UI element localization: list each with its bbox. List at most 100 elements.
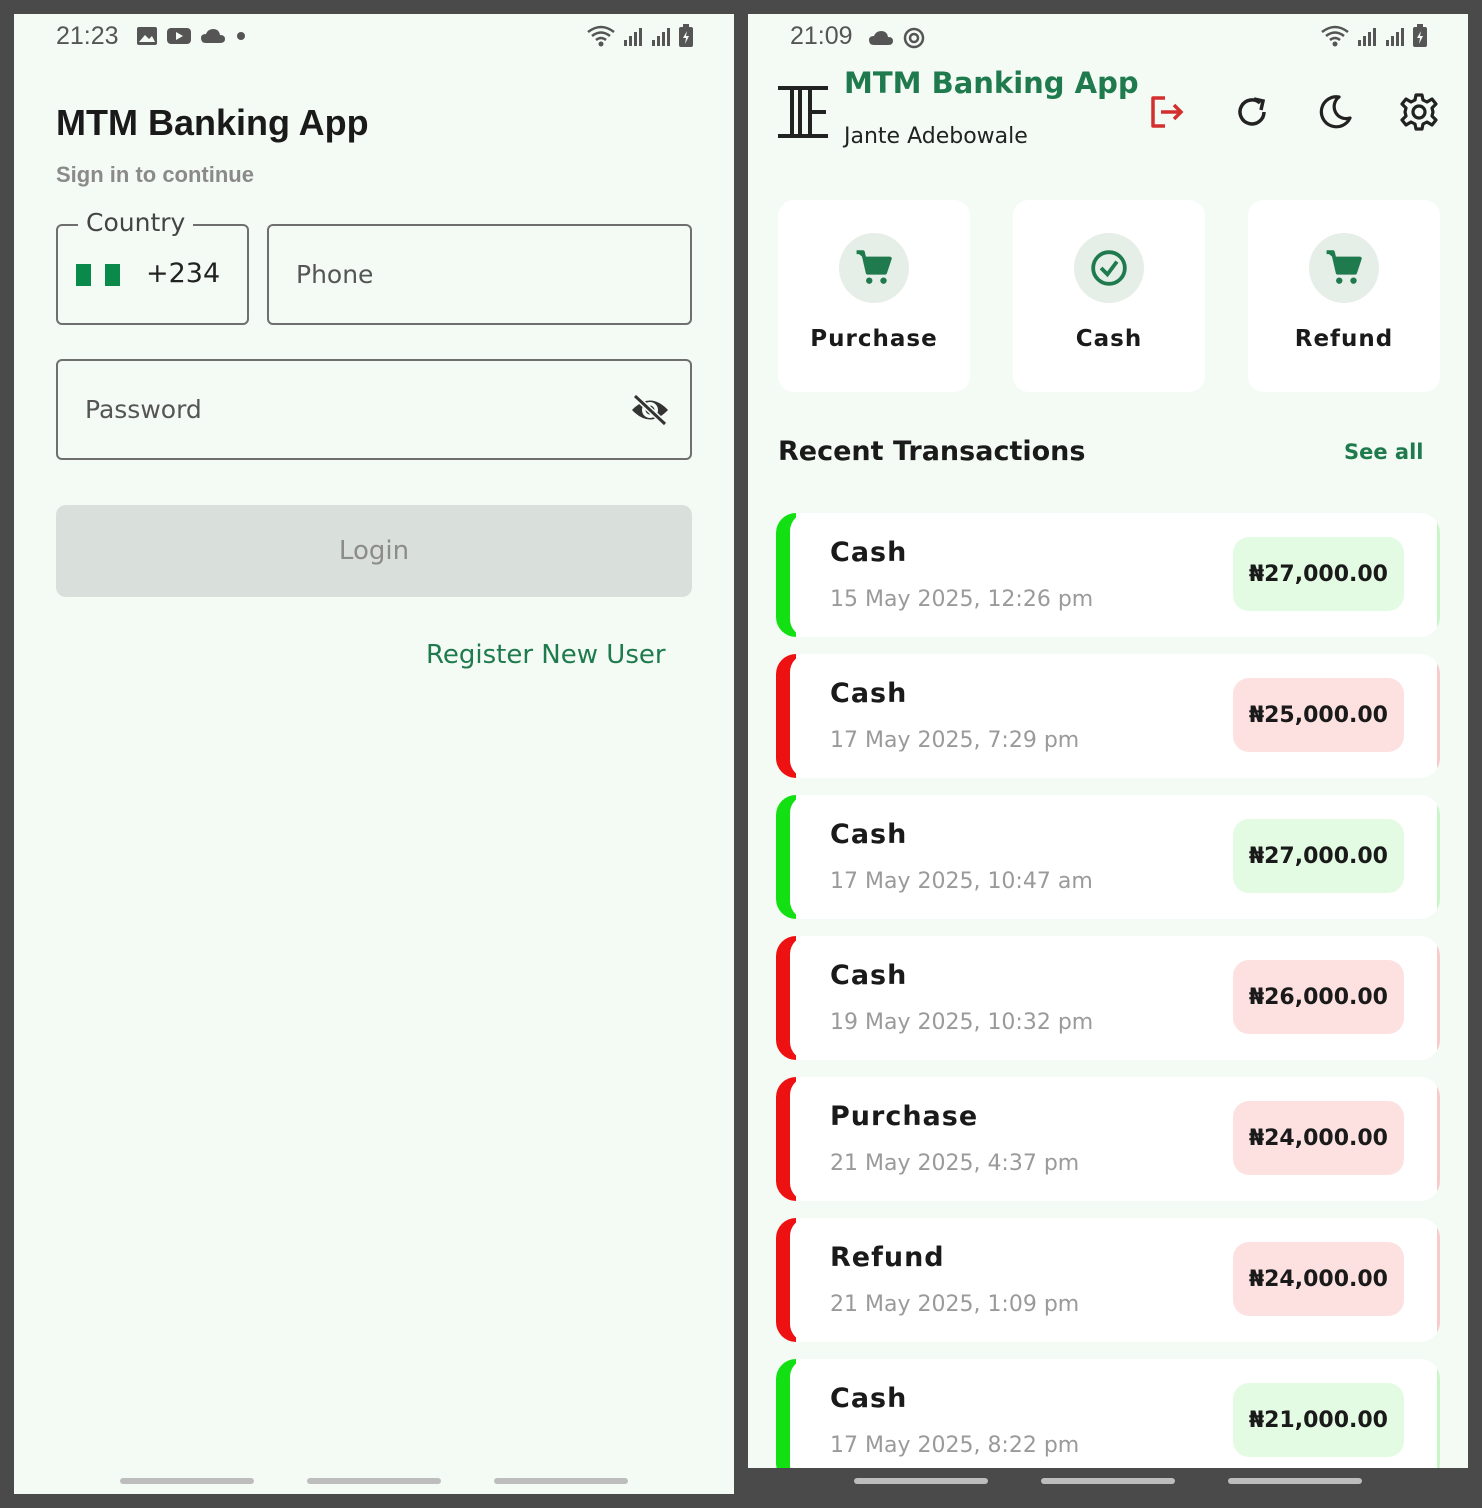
transaction-edge	[1437, 662, 1440, 770]
transaction-type: Cash	[830, 678, 908, 709]
system-icons	[1320, 24, 1428, 48]
dot-icon	[237, 32, 245, 40]
nav-handle	[1041, 1478, 1175, 1484]
cash-action-button[interactable]: Cash	[1013, 200, 1205, 392]
app-logo-icon	[778, 86, 828, 138]
transaction-edge	[1437, 944, 1440, 1052]
transaction-edge	[1437, 1226, 1440, 1334]
transaction-date: 17 May 2025, 10:47 am	[830, 869, 1093, 894]
gallery-icon	[137, 27, 157, 45]
refresh-icon[interactable]	[1232, 92, 1272, 132]
cloud-icon	[869, 31, 893, 45]
signal-icon	[1358, 28, 1376, 46]
nigeria-flag-icon	[76, 264, 121, 286]
cart-icon	[1326, 250, 1362, 284]
notification-icons	[136, 26, 248, 46]
transaction-type: Cash	[830, 960, 908, 991]
transaction-row[interactable]: Cash 17 May 2025, 8:22 pm ₦21,000.00	[776, 1359, 1440, 1468]
transaction-amount-badge: ₦24,000.00	[1232, 1101, 1404, 1175]
transaction-row[interactable]: Cash 19 May 2025, 10:32 pm ₦26,000.00	[776, 936, 1440, 1060]
transaction-date: 21 May 2025, 1:09 pm	[830, 1292, 1080, 1317]
settings-icon[interactable]	[1399, 92, 1439, 132]
transaction-date: 17 May 2025, 8:22 pm	[830, 1433, 1080, 1458]
transaction-type: Cash	[830, 1383, 908, 1414]
nav-handle	[1228, 1478, 1362, 1484]
battery-icon	[679, 24, 693, 47]
signal-icon-2	[652, 28, 670, 46]
transaction-row[interactable]: Cash 17 May 2025, 7:29 pm ₦25,000.00	[776, 654, 1440, 778]
transaction-date: 21 May 2025, 4:37 pm	[830, 1151, 1080, 1176]
eye-off-icon[interactable]	[630, 393, 670, 427]
page-title: MTM Banking App	[56, 102, 369, 143]
youtube-icon	[167, 28, 191, 44]
transaction-edge	[1437, 803, 1440, 911]
transaction-row[interactable]: Purchase 21 May 2025, 4:37 pm ₦24,000.00	[776, 1077, 1440, 1201]
action-label: Refund	[1294, 326, 1394, 352]
nav-handle	[120, 1478, 254, 1484]
refund-action-button[interactable]: Refund	[1248, 200, 1440, 392]
transaction-amount-badge: ₦27,000.00	[1232, 819, 1404, 893]
country-code: +234	[146, 258, 221, 289]
page-subtitle: Sign in to continue	[56, 162, 254, 187]
register-link[interactable]: Register New User	[426, 640, 666, 670]
transaction-amount-badge: ₦26,000.00	[1232, 960, 1404, 1034]
home-screen: 21:09 MTM Banking App Jante Adebowale Pu…	[748, 14, 1468, 1468]
action-icon-bg	[839, 233, 909, 303]
purchase-action-button[interactable]: Purchase	[778, 200, 970, 392]
action-label: Cash	[1075, 326, 1143, 352]
nav-handle	[307, 1478, 441, 1484]
notification-icons	[868, 26, 926, 50]
status-bar: 21:23	[14, 14, 734, 60]
signal-icon-2	[1386, 28, 1404, 46]
transaction-amount-badge: ₦27,000.00	[1232, 537, 1404, 611]
transaction-edge	[1437, 1085, 1440, 1193]
country-label: Country	[78, 208, 194, 237]
transaction-date: 17 May 2025, 7:29 pm	[830, 728, 1080, 753]
see-all-link[interactable]: See all	[1344, 440, 1424, 464]
nav-handle	[854, 1478, 988, 1484]
transaction-amount-badge: ₦25,000.00	[1232, 678, 1404, 752]
transaction-type: Cash	[830, 819, 908, 850]
wifi-icon	[1321, 25, 1349, 47]
password-input[interactable]: Password	[56, 359, 692, 460]
logout-icon[interactable]	[1147, 92, 1187, 132]
system-icons	[586, 24, 694, 48]
transaction-row[interactable]: Refund 21 May 2025, 1:09 pm ₦24,000.00	[776, 1218, 1440, 1342]
action-icon-bg	[1309, 233, 1379, 303]
status-time: 21:09	[790, 22, 853, 50]
status-time: 21:23	[56, 22, 119, 50]
transaction-amount-badge: ₦21,000.00	[1232, 1383, 1404, 1457]
transaction-edge	[1437, 1367, 1440, 1468]
gesture-navbar-right	[854, 1478, 1362, 1484]
cart-icon	[856, 250, 892, 284]
transaction-edge	[1437, 521, 1440, 629]
signal-icon	[624, 28, 642, 46]
phone-placeholder: Phone	[296, 260, 374, 289]
login-screen: 21:23 MTM Banking App Sign in to continu…	[14, 14, 734, 1494]
battery-icon	[1413, 24, 1427, 47]
transaction-type: Cash	[830, 537, 908, 568]
transaction-type: Refund	[830, 1242, 945, 1273]
nav-handle	[494, 1478, 628, 1484]
action-icon-bg	[1074, 233, 1144, 303]
action-label: Purchase	[810, 326, 938, 352]
transaction-row[interactable]: Cash 17 May 2025, 10:47 am ₦27,000.00	[776, 795, 1440, 919]
check-circle-icon	[1091, 250, 1127, 286]
phone-input[interactable]: Phone	[267, 224, 692, 325]
transaction-date: 15 May 2025, 12:26 pm	[830, 587, 1094, 612]
cloud-icon	[201, 29, 225, 43]
wifi-icon	[587, 25, 615, 47]
login-button[interactable]: Login	[56, 505, 692, 597]
transaction-row[interactable]: Cash 15 May 2025, 12:26 pm ₦27,000.00	[776, 513, 1440, 637]
dark-mode-icon[interactable]	[1315, 92, 1355, 132]
password-placeholder: Password	[85, 395, 202, 424]
transaction-type: Purchase	[830, 1101, 979, 1132]
transaction-amount-badge: ₦24,000.00	[1232, 1242, 1404, 1316]
country-code-selector[interactable]: Country +234	[56, 208, 249, 325]
gesture-navbar	[120, 1478, 628, 1484]
sync-icon	[903, 27, 925, 49]
transaction-date: 19 May 2025, 10:32 pm	[830, 1010, 1094, 1035]
user-name: Jante Adebowale	[844, 124, 1028, 149]
status-bar: 21:09	[748, 14, 1468, 60]
app-title: MTM Banking App	[844, 66, 1139, 100]
